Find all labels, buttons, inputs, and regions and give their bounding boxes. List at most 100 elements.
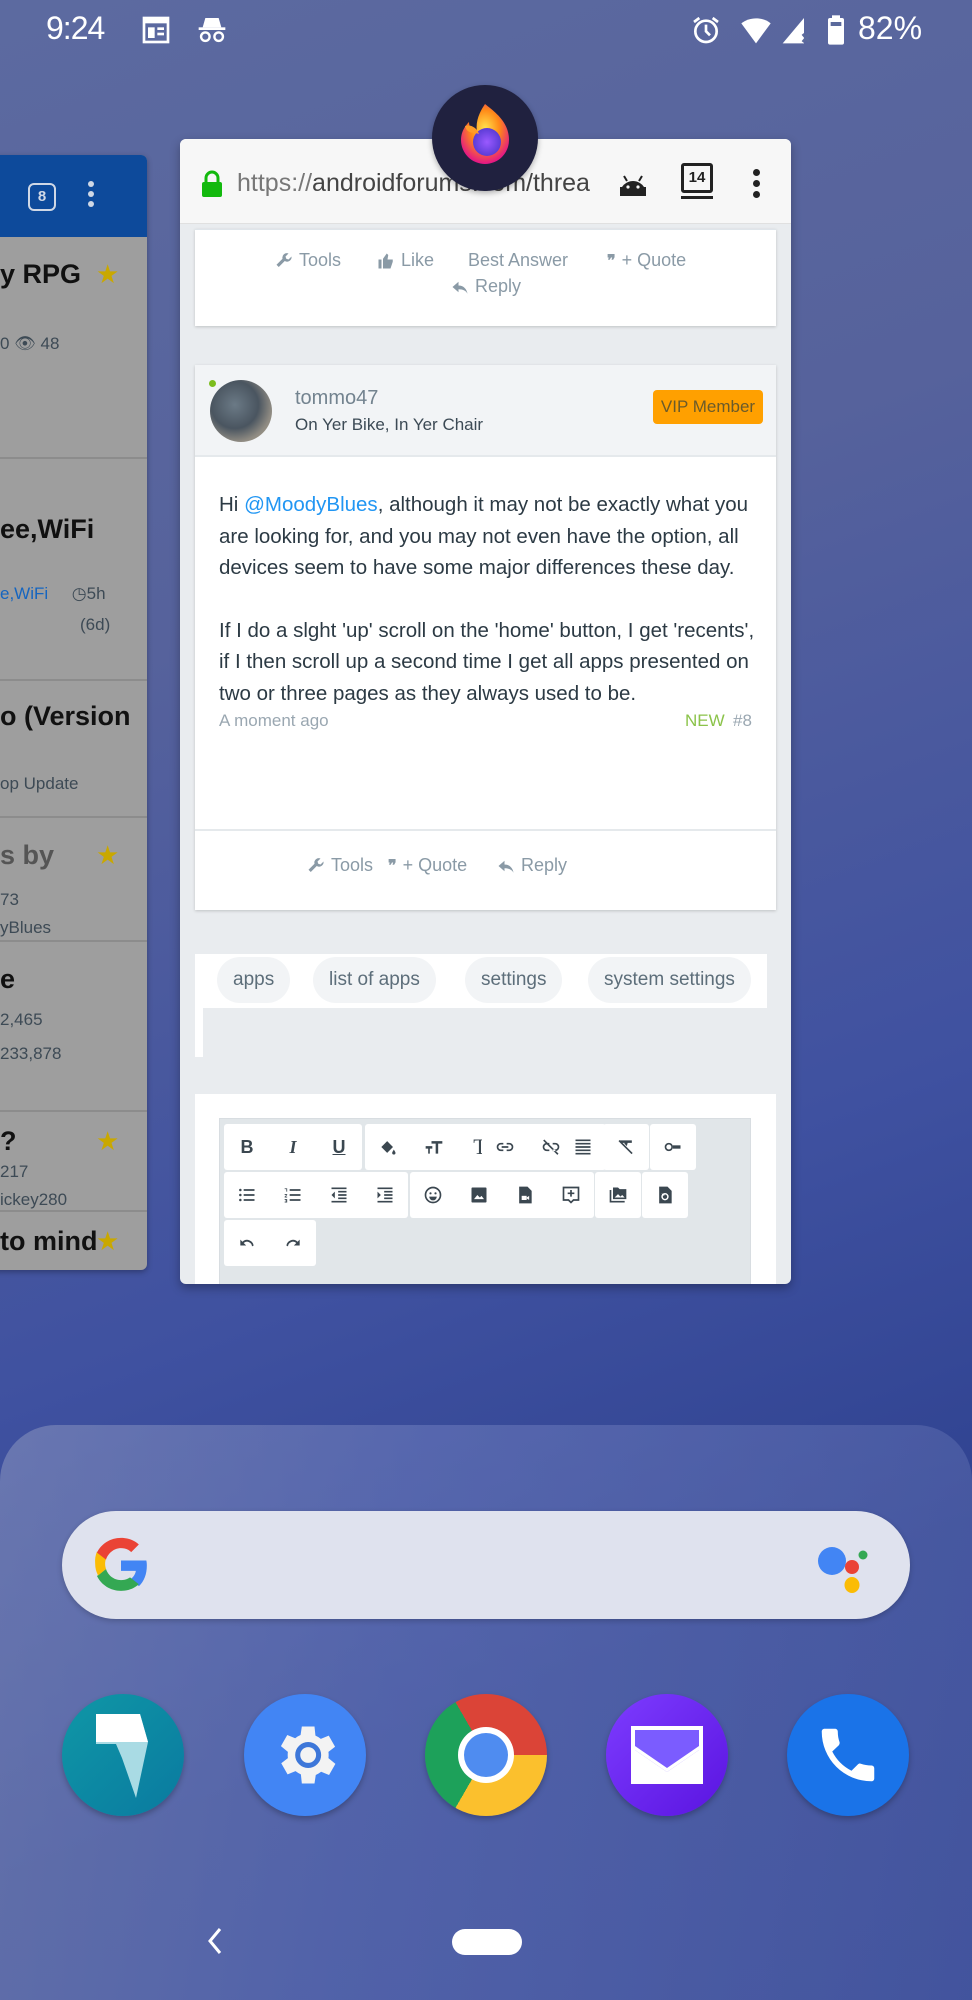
left-card-toolbar: 8 (0, 155, 147, 237)
list-item[interactable]: to mind ★ (0, 1212, 147, 1270)
google-search-bar[interactable] (62, 1511, 910, 1619)
firefox-logo (461, 104, 509, 164)
android-icon[interactable] (617, 170, 649, 196)
reply-count: 2,465 (0, 1010, 43, 1029)
url-field[interactable]: https://androidforums.com/threa (237, 169, 597, 198)
google-assistant-icon[interactable] (814, 1541, 874, 1595)
list-item[interactable]: s by ★ 73 yBlues (0, 818, 147, 942)
alarm-icon (693, 16, 719, 44)
thread-meta: op Update (0, 774, 79, 793)
forum-post: tommo47 On Yer Bike, In Yer Chair VIP Me… (195, 365, 776, 910)
post-time[interactable]: A moment ago (219, 711, 329, 731)
thread-title: to mind (0, 1226, 98, 1256)
emoji-icon[interactable] (410, 1172, 456, 1218)
list-item[interactable]: ? ★ 217 ickey280 (0, 1112, 147, 1212)
phone-icon[interactable] (787, 1694, 909, 1816)
redo-icon[interactable] (270, 1220, 316, 1266)
star-icon: ★ (96, 259, 120, 289)
battery-icon (828, 15, 844, 45)
image-icon[interactable] (456, 1172, 502, 1218)
quote-icon: ❞ (388, 857, 397, 875)
underline-button[interactable]: U (316, 1124, 362, 1170)
overflow-menu-icon[interactable] (751, 169, 761, 199)
online-indicator (209, 380, 216, 387)
quote-icon: ❞ (607, 252, 616, 270)
mention-link[interactable]: @MoodyBlues (244, 493, 378, 516)
gallery-icon[interactable] (595, 1172, 641, 1218)
firefox-icon[interactable] (432, 85, 538, 191)
news-icon (142, 16, 170, 44)
tag-system-settings[interactable]: system settings (588, 957, 751, 1003)
post-actions: Tools ❞ + Quote Reply (195, 829, 776, 910)
numbered-list-icon[interactable] (270, 1172, 316, 1218)
thread-link[interactable]: e,WiFi (0, 584, 48, 603)
tools-button[interactable]: Tools (275, 250, 341, 271)
post-header: tommo47 On Yer Bike, In Yer Chair VIP Me… (195, 365, 776, 457)
paint-bucket-icon[interactable] (365, 1124, 411, 1170)
quote-button[interactable]: ❞ + Quote (607, 250, 686, 271)
reply-icon (498, 860, 514, 873)
avatar[interactable] (210, 380, 272, 442)
list-item[interactable]: ee,WiFi e,WiFi ◷5h (6d) (0, 459, 147, 681)
list-item[interactable]: y RPG ★ 0 👁 48 (0, 237, 147, 459)
post-number-link[interactable]: #8 (733, 711, 752, 731)
text-size-icon[interactable] (411, 1124, 457, 1170)
bullet-list-icon[interactable] (224, 1172, 270, 1218)
battery-percent: 82% (858, 10, 923, 46)
reply-editor: B I U T (195, 1094, 776, 1284)
tools-button[interactable]: Tools (307, 855, 373, 876)
view-count: 217 (0, 1162, 29, 1181)
lock-icon (202, 170, 222, 197)
insert-box-icon[interactable] (548, 1172, 594, 1218)
reply-button[interactable]: Reply (451, 276, 521, 297)
media-icon[interactable] (502, 1172, 548, 1218)
align-justify-icon[interactable] (560, 1124, 606, 1170)
thread-meta: 73 (0, 890, 19, 909)
like-button[interactable]: Like (377, 250, 434, 271)
email-icon[interactable] (606, 1694, 728, 1816)
recent-app-card-firefox[interactable]: https://androidforums.com/threa 14 Tools… (180, 139, 791, 1284)
reply-button[interactable]: Reply (497, 855, 567, 876)
tabs-button[interactable]: 14 (681, 163, 713, 199)
list-item[interactable]: o (Version op Update (0, 681, 147, 818)
clear-format-icon[interactable] (603, 1124, 649, 1170)
link-icon[interactable] (482, 1124, 528, 1170)
google-g-icon (95, 1537, 147, 1591)
thread-title: s by (0, 840, 55, 870)
restore-draft-icon[interactable] (642, 1172, 688, 1218)
outdent-icon[interactable] (316, 1172, 362, 1218)
tag-settings[interactable]: settings (465, 957, 563, 1003)
settings-icon[interactable] (244, 1694, 366, 1816)
app-7-icon[interactable] (62, 1694, 184, 1816)
tag-apps[interactable]: apps (217, 957, 291, 1003)
star-icon: ★ (96, 840, 120, 870)
tag-list-of-apps[interactable]: list of apps (313, 957, 436, 1003)
wifi-icon (741, 18, 771, 44)
recent-app-card-previous[interactable]: 8 y RPG ★ 0 👁 48 ee,WiFi e,WiFi ◷5h (6d)… (0, 155, 147, 1270)
clock-icon: ◷ (71, 584, 87, 603)
star-icon: ★ (96, 1226, 120, 1256)
wrench-icon (308, 857, 324, 872)
best-answer-button[interactable]: Best Answer (468, 250, 568, 271)
status-bar: 9:24 82% (0, 0, 972, 60)
overflow-menu-icon[interactable] (86, 181, 96, 211)
back-icon[interactable] (205, 1926, 225, 1956)
thread-title: o (Version (0, 701, 131, 731)
chrome-icon[interactable] (425, 1694, 547, 1816)
post-body: Hi @MoodyBlues, although it may not be e… (219, 493, 755, 705)
thread-author: ickey280 (0, 1190, 68, 1209)
italic-button[interactable]: I (270, 1124, 316, 1170)
bold-button[interactable]: B (224, 1124, 270, 1170)
wrench-icon (276, 252, 292, 267)
username-link[interactable]: tommo47 (295, 387, 378, 410)
thread-title: ? (0, 1126, 17, 1156)
home-pill[interactable] (452, 1929, 522, 1955)
undo-icon[interactable] (224, 1220, 270, 1266)
tab-count: 14 (681, 163, 713, 193)
list-item[interactable]: e 2,465 233,878 (0, 942, 147, 1112)
tab-count-button[interactable]: 8 (28, 183, 56, 211)
new-label: NEW (685, 711, 725, 730)
toggle-bbcode-icon[interactable] (650, 1124, 696, 1170)
indent-icon[interactable] (362, 1172, 408, 1218)
quote-button[interactable]: ❞ + Quote (388, 855, 467, 876)
